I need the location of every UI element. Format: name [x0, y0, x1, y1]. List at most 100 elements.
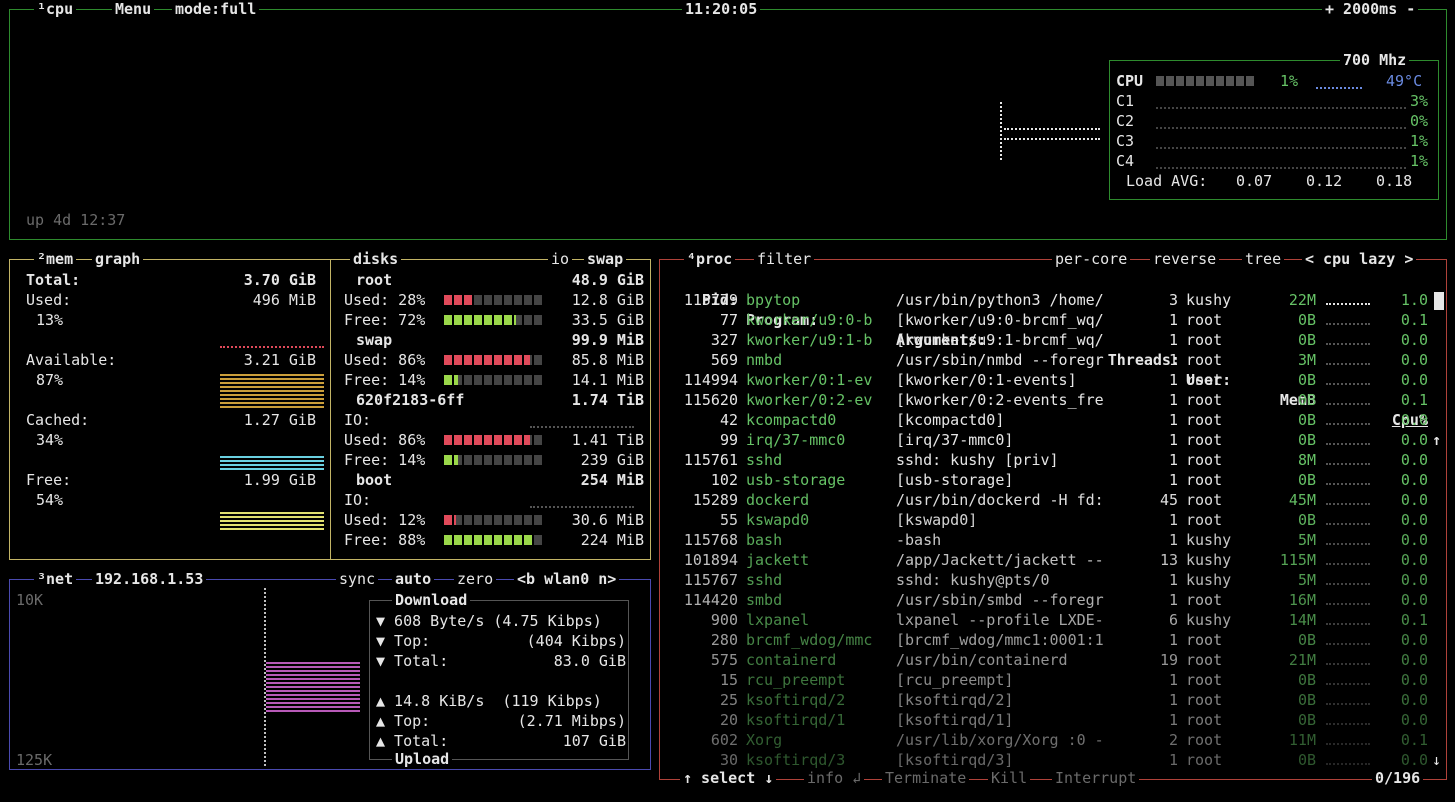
process-pid: 101894 [683, 551, 738, 569]
process-cpu: 0.0 [1400, 451, 1428, 469]
per-core-toggle[interactable]: per-core [1052, 250, 1131, 268]
process-program: ksoftirqd/2 [746, 691, 846, 709]
menu-button[interactable]: Menu [112, 0, 155, 18]
cpu-stats-box: 700 Mhz CPU 1% 49°C C1 3% C2 0% C3 1% C4… [1109, 51, 1439, 200]
mem-tab[interactable]: ²mem [34, 250, 77, 268]
process-args: /usr/bin/containerd [896, 651, 1068, 669]
process-row[interactable]: 115767 sshd sshd: kushy@pts/0 1 kushy 5M 0.0 [660, 570, 1430, 590]
process-threads: 1 [1168, 411, 1178, 429]
process-pid: 327 [710, 331, 738, 349]
process-cpu-graph [1326, 323, 1370, 325]
process-mem: 0B [1297, 631, 1316, 649]
process-args: /usr/lib/xorg/Xorg :0 - [896, 731, 1104, 749]
kill-button[interactable]: Kill [988, 769, 1031, 787]
process-mem: 22M [1288, 291, 1316, 309]
tree-toggle[interactable]: tree [1242, 250, 1285, 268]
disk-usage-row: Used: 86% 1.41 TiB [344, 430, 644, 450]
terminate-button[interactable]: Terminate [882, 769, 970, 787]
process-args: [ksoftirqd/1] [896, 711, 1014, 729]
process-row[interactable]: 900 lxpanel lxpanel --profile LXDE- 6 kushy 1… [660, 610, 1430, 630]
disk-size: 1.74 TiB [571, 391, 644, 409]
process-row[interactable]: 101894 jackett/app/Jackett/jackett -- 13 ku… [660, 550, 1430, 570]
process-row[interactable]: 115779 bpytop/usr/bin/python3 /home/3 kush… [660, 290, 1430, 310]
sort-selector[interactable]: < cpu lazy > [1302, 250, 1417, 268]
mem-disks-divider [330, 260, 331, 559]
process-row[interactable]: 602 Xorg/usr/lib/xorg/Xorg :0 - 2 root 11M 0.… [660, 730, 1430, 750]
process-user: root [1186, 391, 1223, 409]
net-interface-selector[interactable]: <b wlan0 n> [514, 570, 620, 588]
process-mem: 0B [1297, 331, 1316, 349]
process-args: [brcmf_wdog/mmc1:0001:1 [896, 631, 1104, 649]
net-tab[interactable]: ³net [34, 570, 77, 588]
process-row[interactable]: 114420 smbd/usr/sbin/smbd --foregr 1 root 16… [660, 590, 1430, 610]
process-user: root [1186, 431, 1223, 449]
reverse-toggle[interactable]: reverse [1150, 250, 1220, 268]
process-cpu: 0.0 [1400, 651, 1428, 669]
proc-tab[interactable]: ⁴proc [684, 250, 736, 268]
clock: 11:20:05 [682, 0, 761, 18]
process-user: root [1186, 331, 1223, 349]
process-program: Xorg [746, 731, 783, 749]
net-zero-toggle[interactable]: zero [454, 570, 497, 588]
process-row[interactable]: 20 ksoftirqd/1 [ksoftirqd/1] 1 root 0B 0.0 [660, 710, 1430, 730]
core-c4-label: C4 [1116, 152, 1135, 170]
process-row[interactable]: 99 irq/37-mmc0 [irq/37-mmc0] 1 root 0B 0.0 [660, 430, 1430, 450]
proc-filter[interactable]: filter [754, 250, 815, 268]
update-interval-control[interactable]: + 2000ms - [1322, 0, 1419, 18]
process-row[interactable]: 102 usb-storage [usb-storage] 1 root 0B 0.0 [660, 470, 1430, 490]
disk-size: 99.9 MiB [571, 331, 644, 349]
process-row[interactable]: 575 containerd/usr/bin/containerd 19 root 21… [660, 650, 1430, 670]
process-row[interactable]: 15289 dockerd/usr/bin/dockerd -H fd: 45 roo… [660, 490, 1430, 510]
select-control[interactable]: ↑ select ↓ [680, 769, 777, 787]
process-cpu-graph [1326, 483, 1370, 485]
process-row[interactable]: 280 brcmf_wdog/mmc [brcmf_wdog/mmc1:0001:1… [660, 630, 1430, 650]
cpu-tab[interactable]: ¹cpu [34, 0, 77, 18]
disk-usage-row: Free: 88% 224 MiB [344, 530, 644, 550]
download-total-value: 83.0 GiB [553, 652, 626, 670]
process-row[interactable]: 114994 kworker/0:1-ev [kworker/0:1-events]… [660, 370, 1430, 390]
disk-usage-label: Used: 28% [344, 291, 426, 309]
disk-usage-label: Free: 88% [344, 531, 426, 549]
process-user: root [1186, 491, 1223, 509]
disks-tab[interactable]: disks [350, 250, 402, 268]
process-mem: 0B [1297, 411, 1316, 429]
disk-usage-meter [444, 375, 544, 385]
process-mem: 0B [1297, 431, 1316, 449]
net-auto-toggle[interactable]: auto [392, 570, 435, 588]
process-row[interactable]: 115761 sshd sshd: kushy [priv] 1 root 8M 0.0 [660, 450, 1430, 470]
process-row[interactable]: 55 kswapd0 [kswapd0] 1 root 0B 0.0 [660, 510, 1430, 530]
process-row[interactable]: 30 ksoftirqd/3 [ksoftirqd/3] 1 root 0B 0.0 [660, 750, 1430, 770]
process-list: 115779 bpytop/usr/bin/python3 /home/3 kush… [660, 290, 1446, 770]
process-row[interactable]: 42 kcompactd0 [kcompactd0] 1 root 0B 0.0 [660, 410, 1430, 430]
process-row[interactable]: 115768 bash -bash 1 kushy 5M 0.0 [660, 530, 1430, 550]
net-sync-toggle[interactable]: sync [336, 570, 379, 588]
process-cpu: 0.1 [1400, 311, 1428, 329]
process-row[interactable]: 115620 kworker/0:2-ev [kworker/0:2-events_… [660, 390, 1430, 410]
process-row[interactable]: 77 kworker/u9:0-b [kworker/u9:0-brcmf_wq/1… [660, 310, 1430, 330]
mem-graph-toggle[interactable]: graph [92, 250, 144, 268]
scroll-down-icon[interactable]: ↓ [1432, 750, 1441, 770]
info-button[interactable]: info ↲ [804, 769, 865, 787]
process-cpu: 0.0 [1400, 371, 1428, 389]
process-user: kushy [1186, 571, 1232, 589]
load-avg-5: 0.12 [1306, 172, 1343, 190]
cpu-total-sparkline [1316, 87, 1362, 89]
process-program: bpytop [746, 291, 801, 309]
process-program: sshd [746, 451, 783, 469]
mode-toggle[interactable]: mode:full [172, 0, 260, 18]
disks-io-toggle[interactable]: io [548, 250, 573, 268]
process-row[interactable]: 569 nmbd/usr/sbin/nmbd --foregr 1 root 3M 0.0 [660, 350, 1430, 370]
process-row[interactable]: 25 ksoftirqd/2 [ksoftirqd/2] 1 root 0B 0.0 [660, 690, 1430, 710]
process-pid: 900 [710, 611, 738, 629]
process-cpu-graph [1326, 763, 1370, 765]
process-cpu: 0.0 [1400, 691, 1428, 709]
proc-scrollbar[interactable] [1434, 292, 1444, 310]
process-threads: 1 [1168, 671, 1178, 689]
interrupt-button[interactable]: Interrupt [1052, 769, 1140, 787]
disk-usage-value: 85.8 MiB [571, 351, 644, 369]
disk-usage-value: 12.8 GiB [571, 291, 644, 309]
process-threads: 3 [1168, 291, 1178, 309]
process-row[interactable]: 15 rcu_preempt [rcu_preempt] 1 root 0B 0.0 [660, 670, 1430, 690]
process-row[interactable]: 327 kworker/u9:1-b [kworker/u9:1-brcmf_wq/… [660, 330, 1430, 350]
disks-swap-toggle[interactable]: swap [584, 250, 627, 268]
